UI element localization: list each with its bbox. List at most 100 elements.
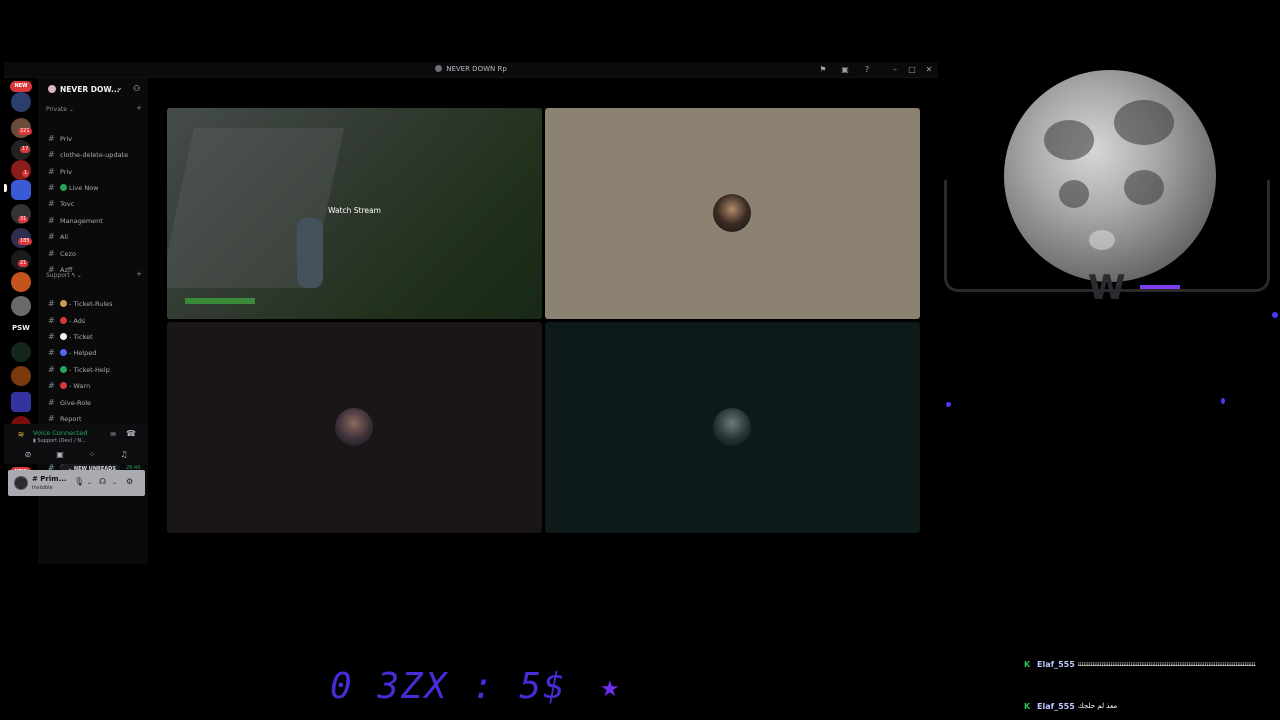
mention-badge: 31 <box>18 216 29 223</box>
video-off-icon[interactable]: ⊘ <box>21 450 35 459</box>
channel-label-text: - Ticket <box>69 333 93 341</box>
server-icon[interactable] <box>11 296 31 316</box>
server-icon <box>435 65 443 72</box>
chevron-down-icon[interactable]: ⌄ <box>87 479 92 486</box>
channel-item[interactable]: # - Ticket-Rules <box>46 297 146 311</box>
signal-icon[interactable]: ≋ <box>14 430 28 439</box>
headphones-icon[interactable]: ☊ <box>99 477 106 486</box>
add-channel-icon[interactable]: + <box>136 270 142 278</box>
platform-icon: K <box>1024 660 1031 669</box>
noise-suppression-icon[interactable]: ♒ <box>106 430 120 439</box>
avatar[interactable] <box>14 476 28 490</box>
channel-label: - Ticket <box>60 333 93 341</box>
channel-item[interactable]: # - Ads <box>46 314 146 328</box>
chat-username: Elaf_555 <box>1037 702 1075 711</box>
health-bar <box>185 298 255 304</box>
maximize-icon[interactable]: □ <box>906 64 918 76</box>
channel-label: Live Now <box>60 184 99 192</box>
gear-icon[interactable]: ⚙ <box>126 477 133 486</box>
avatar <box>713 408 751 446</box>
close-icon[interactable]: ✕ <box>923 64 935 76</box>
microphone-icon[interactable]: 🎙 <box>74 477 84 486</box>
window-title-text: NEVER DOWN Rp <box>446 65 507 73</box>
channel-hash-icon: # <box>48 299 55 308</box>
user-status: Invisible <box>32 485 53 491</box>
activities-icon[interactable]: ⁘ <box>85 450 99 459</box>
channel-label-text: Management <box>60 217 103 225</box>
channel-item[interactable]: # - Ticket <box>46 330 146 344</box>
minimize-icon[interactable]: – <box>889 64 901 76</box>
channel-label: Management <box>60 217 103 225</box>
chevron-down-icon[interactable]: ⌄ <box>116 83 123 92</box>
channel-emoji-icon <box>60 382 67 389</box>
channel-item[interactable]: # - Warn <box>46 379 146 393</box>
channel-item[interactable]: # - Ticket-Help <box>46 363 146 377</box>
channel-label: Give-Role <box>60 399 91 407</box>
channel-label: - Warn <box>60 382 90 390</box>
add-member-icon[interactable]: ⚇ <box>133 84 140 93</box>
channel-hash-icon: # <box>48 249 55 258</box>
voice-channel-name[interactable]: ▮ Support (Dev) / N... <box>33 438 86 444</box>
folder-icon[interactable] <box>11 392 31 412</box>
add-channel-icon[interactable]: + <box>136 104 142 112</box>
particle <box>946 402 951 407</box>
server-icon[interactable] <box>11 180 31 200</box>
channel-label: Ali <box>60 233 68 241</box>
chevron-down-icon[interactable]: ⌄ <box>112 479 117 486</box>
channel-emoji-icon <box>60 300 67 307</box>
mention-badge: 221 <box>18 128 32 135</box>
help-icon[interactable]: ? <box>861 64 873 76</box>
channel-item[interactable]: # Management <box>46 214 146 228</box>
channel-item[interactable]: # - Helped <box>46 346 146 360</box>
chat-text: ﺌﺌﺌﺌﺌﺌﺌﺌﺌﺌﺌﺌﺌﺌﺌﺌﺌﺌﺌﺌﺌﺌﺌﺌﺌﺌﺌﺌﺌﺌﺌﺌﺌﺌﺌﺌﺌﺌﺌﺌ… <box>1078 661 1256 668</box>
participant-tile[interactable] <box>167 322 542 533</box>
disconnect-icon[interactable]: ☎ <box>124 429 138 438</box>
participant-tile[interactable] <box>545 108 920 319</box>
avatar <box>335 408 373 446</box>
channel-label-text: Tovc <box>60 200 75 208</box>
channel-label-text: Give-Role <box>60 399 92 407</box>
screen-share-icon[interactable]: ▣ <box>53 450 67 459</box>
channel-item[interactable]: # Priv <box>46 165 146 179</box>
channel-label-text: - Helped <box>69 349 97 357</box>
channel-item[interactable]: # Cezo <box>46 247 146 261</box>
channel-hash-icon: # <box>48 167 55 176</box>
channel-item[interactable]: # Tovc <box>46 197 146 211</box>
guild-header[interactable]: NEVER DOW... ⌄ ⚇ <box>38 78 148 100</box>
category-support[interactable]: Support ٩ ⌄ <box>46 272 82 279</box>
channel-hash-icon: # <box>48 216 55 225</box>
channel-item[interactable]: # Priv <box>46 132 146 146</box>
server-psw-label[interactable]: PSW <box>12 324 30 332</box>
voice-status[interactable]: Voice Connected <box>33 429 87 437</box>
channel-label: Priv <box>60 135 72 143</box>
server-icon[interactable] <box>11 92 31 112</box>
window-icon[interactable]: ▣ <box>839 64 851 76</box>
channel-hash-icon: # <box>48 381 55 390</box>
channel-hash-icon: # <box>48 365 55 374</box>
channel-emoji-icon <box>60 366 67 373</box>
channel-hash-icon: # <box>48 332 55 341</box>
channel-item[interactable]: # clothe-delete-update <box>46 148 146 162</box>
watch-stream-button[interactable]: Watch Stream <box>167 206 542 215</box>
title-bar: NEVER DOWN Rp ⚑ ▣ ? – □ ✕ <box>4 62 938 78</box>
server-icon[interactable] <box>11 366 31 386</box>
user-name[interactable]: # Prim... <box>32 475 67 483</box>
guild-name[interactable]: NEVER DOW... <box>60 85 120 94</box>
channel-item[interactable]: # Give-Role <box>46 396 146 410</box>
server-icon[interactable] <box>11 342 31 362</box>
channel-item[interactable]: # Ali <box>46 230 146 244</box>
participant-tile[interactable] <box>545 322 920 533</box>
stream-tile[interactable]: Watch Stream <box>167 108 542 319</box>
particle <box>1221 398 1225 404</box>
server-icon[interactable] <box>11 272 31 292</box>
soundboard-icon[interactable]: ♫ <box>117 450 131 459</box>
server-icon[interactable] <box>11 160 31 180</box>
logo-w: W <box>1088 268 1126 308</box>
channel-label-text: Cezo <box>60 250 76 258</box>
inbox-icon[interactable]: ⚑ <box>817 64 829 76</box>
channel-hash-icon: # <box>48 414 55 423</box>
category-private[interactable]: Private ⌄ <box>46 106 74 113</box>
channel-item[interactable]: # Live Now <box>46 181 146 195</box>
channel-hash-icon: # <box>48 398 55 407</box>
new-pill[interactable]: NEW <box>10 81 32 92</box>
